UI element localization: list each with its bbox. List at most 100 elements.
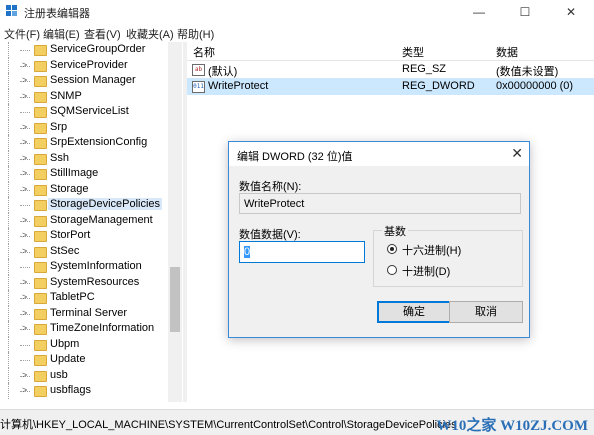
tree-guide-line [8, 197, 9, 213]
watermark-logo: W10之家 W10ZJ.COM [436, 418, 588, 434]
column-name-header[interactable]: 名称 [193, 44, 215, 60]
expand-chevron-icon[interactable]: > [22, 122, 27, 132]
expand-chevron-icon[interactable]: > [22, 308, 27, 318]
tree-item[interactable]: > StorageManagement [0, 212, 168, 228]
tree-item[interactable]: > StSec [0, 243, 168, 259]
string-value-icon: ab [192, 64, 205, 76]
tree-item-label: TimeZoneInformation [50, 322, 155, 334]
tree-item[interactable]: > TimeZoneInformation [0, 321, 168, 337]
column-type-header[interactable]: 类型 [402, 44, 424, 60]
tree-item[interactable]: > StillImage [0, 166, 168, 182]
tree-item[interactable]: > usb [0, 367, 168, 383]
folder-icon [34, 200, 47, 211]
tree-item[interactable]: SQMServiceList [0, 104, 168, 120]
tree-item[interactable]: > Storage [0, 181, 168, 197]
tree-item-label: SystemResources [50, 275, 140, 288]
tree-item[interactable]: > Srp [0, 119, 168, 135]
tree-guide-line [8, 243, 9, 259]
expand-chevron-icon[interactable]: > [22, 231, 27, 240]
folder-icon [34, 91, 47, 103]
tree-guide-line [8, 321, 9, 337]
tree-scrollbar[interactable] [168, 42, 182, 402]
tree-item[interactable]: > TabletPC [0, 290, 168, 306]
expand-chevron-icon[interactable]: > [22, 370, 27, 380]
hex-radio[interactable] [387, 244, 397, 254]
value-name: (默认) [208, 66, 238, 78]
tree-item[interactable]: StorageDevicePolicies [0, 197, 168, 213]
value-data-input[interactable]: 0 [239, 241, 365, 263]
window-title: 注册表编辑器 [24, 8, 90, 20]
tree-guide-line [8, 104, 9, 120]
decimal-radio[interactable] [387, 265, 397, 275]
ok-button[interactable]: 确定 [377, 301, 451, 323]
tree-item[interactable]: > SNMP [0, 88, 168, 104]
expand-chevron-icon[interactable]: > [22, 153, 27, 163]
value-row-default[interactable]: ab (默认) REG_SZ (数值未设置) [187, 61, 594, 78]
hex-radio-label[interactable]: 十六进制(H) [402, 242, 461, 258]
tree-branch-line [20, 360, 30, 361]
folder-icon [34, 293, 47, 304]
tree-item[interactable]: SystemInformation [0, 259, 168, 275]
tree-item[interactable]: Update [0, 352, 168, 368]
tree-item[interactable]: > Ssh [0, 150, 168, 166]
column-data-header[interactable]: 数据 [496, 44, 518, 60]
expand-chevron-icon[interactable]: > [22, 215, 27, 225]
expand-chevron-icon[interactable]: > [22, 169, 27, 178]
value-data-label: 数值数据(V): [239, 229, 301, 241]
menu-edit[interactable]: 编辑(E) [43, 26, 80, 42]
decimal-radio-label[interactable]: 十进制(D) [402, 263, 450, 279]
minimize-button[interactable]: — [456, 0, 502, 24]
expand-chevron-icon[interactable]: > [22, 293, 27, 302]
menu-help[interactable]: 帮助(H) [177, 26, 214, 42]
tree-branch-line [20, 112, 30, 113]
registry-tree[interactable]: ServiceGroupOrder > ServiceProvider > Sessio… [0, 42, 183, 402]
tree-item-label: SrpExtensionConfig [50, 136, 148, 148]
folder-icon [34, 246, 47, 258]
maximize-button[interactable]: ☐ [502, 0, 548, 24]
cancel-button[interactable]: 取消 [449, 301, 523, 323]
value-data: 0x00000000 (0) [496, 80, 574, 92]
tree-scrollbar-thumb[interactable] [170, 267, 180, 332]
tree-item-label: Ssh [50, 151, 69, 164]
expand-chevron-icon[interactable]: > [22, 184, 27, 194]
folder-icon [34, 339, 47, 351]
value-row-writeprotect[interactable]: 011 WriteProtect REG_DWORD 0x00000000 (0… [187, 78, 594, 95]
menu-view[interactable]: 查看(V) [84, 26, 121, 42]
menu-favorites[interactable]: 收藏夹(A) [126, 26, 174, 42]
tree-guide-line [8, 88, 9, 104]
tree-item[interactable]: > usbflags [0, 383, 168, 399]
tree-item-label: Terminal Server [50, 306, 128, 319]
expand-chevron-icon[interactable]: > [22, 138, 27, 147]
tree-guide-line [8, 166, 9, 182]
tree-item-label: StorPort [50, 229, 91, 241]
expand-chevron-icon[interactable]: > [22, 277, 27, 287]
tree-item[interactable]: > StorPort [0, 228, 168, 244]
tree-item-label: SNMP [50, 89, 82, 102]
expand-chevron-icon[interactable]: > [22, 386, 27, 395]
folder-icon [34, 60, 47, 72]
menu-bar: 文件(F) 编辑(E) 查看(V) 收藏夹(A) 帮助(H) [0, 24, 594, 42]
dialog-title: 编辑 DWORD (32 位)值 [237, 151, 353, 163]
tree-guide-line [8, 150, 9, 166]
expand-chevron-icon[interactable]: > [22, 246, 27, 256]
tree-guide-line [8, 367, 9, 383]
close-button[interactable]: ✕ [548, 0, 594, 24]
tree-branch-line [20, 267, 30, 268]
tree-item[interactable]: > ServiceProvider [0, 57, 168, 73]
tree-item[interactable]: > Session Manager [0, 73, 168, 89]
menu-file[interactable]: 文件(F) [4, 26, 40, 42]
tree-item[interactable]: ServiceGroupOrder [0, 42, 168, 58]
dword-value-icon: 011 [192, 81, 205, 93]
tree-item[interactable]: > SrpExtensionConfig [0, 135, 168, 151]
dialog-close-icon[interactable]: ✕ [511, 145, 523, 162]
tree-item[interactable]: Ubpm [0, 336, 168, 352]
tree-item[interactable]: > SystemResources [0, 274, 168, 290]
expand-chevron-icon[interactable]: > [22, 60, 27, 70]
folder-icon [34, 277, 47, 289]
expand-chevron-icon[interactable]: > [22, 324, 27, 333]
folder-icon [34, 184, 47, 196]
tree-item[interactable]: > Terminal Server [0, 305, 168, 321]
expand-chevron-icon[interactable]: > [22, 91, 27, 101]
expand-chevron-icon[interactable]: > [22, 76, 27, 85]
list-header: 名称 类型 数据 [187, 42, 594, 61]
